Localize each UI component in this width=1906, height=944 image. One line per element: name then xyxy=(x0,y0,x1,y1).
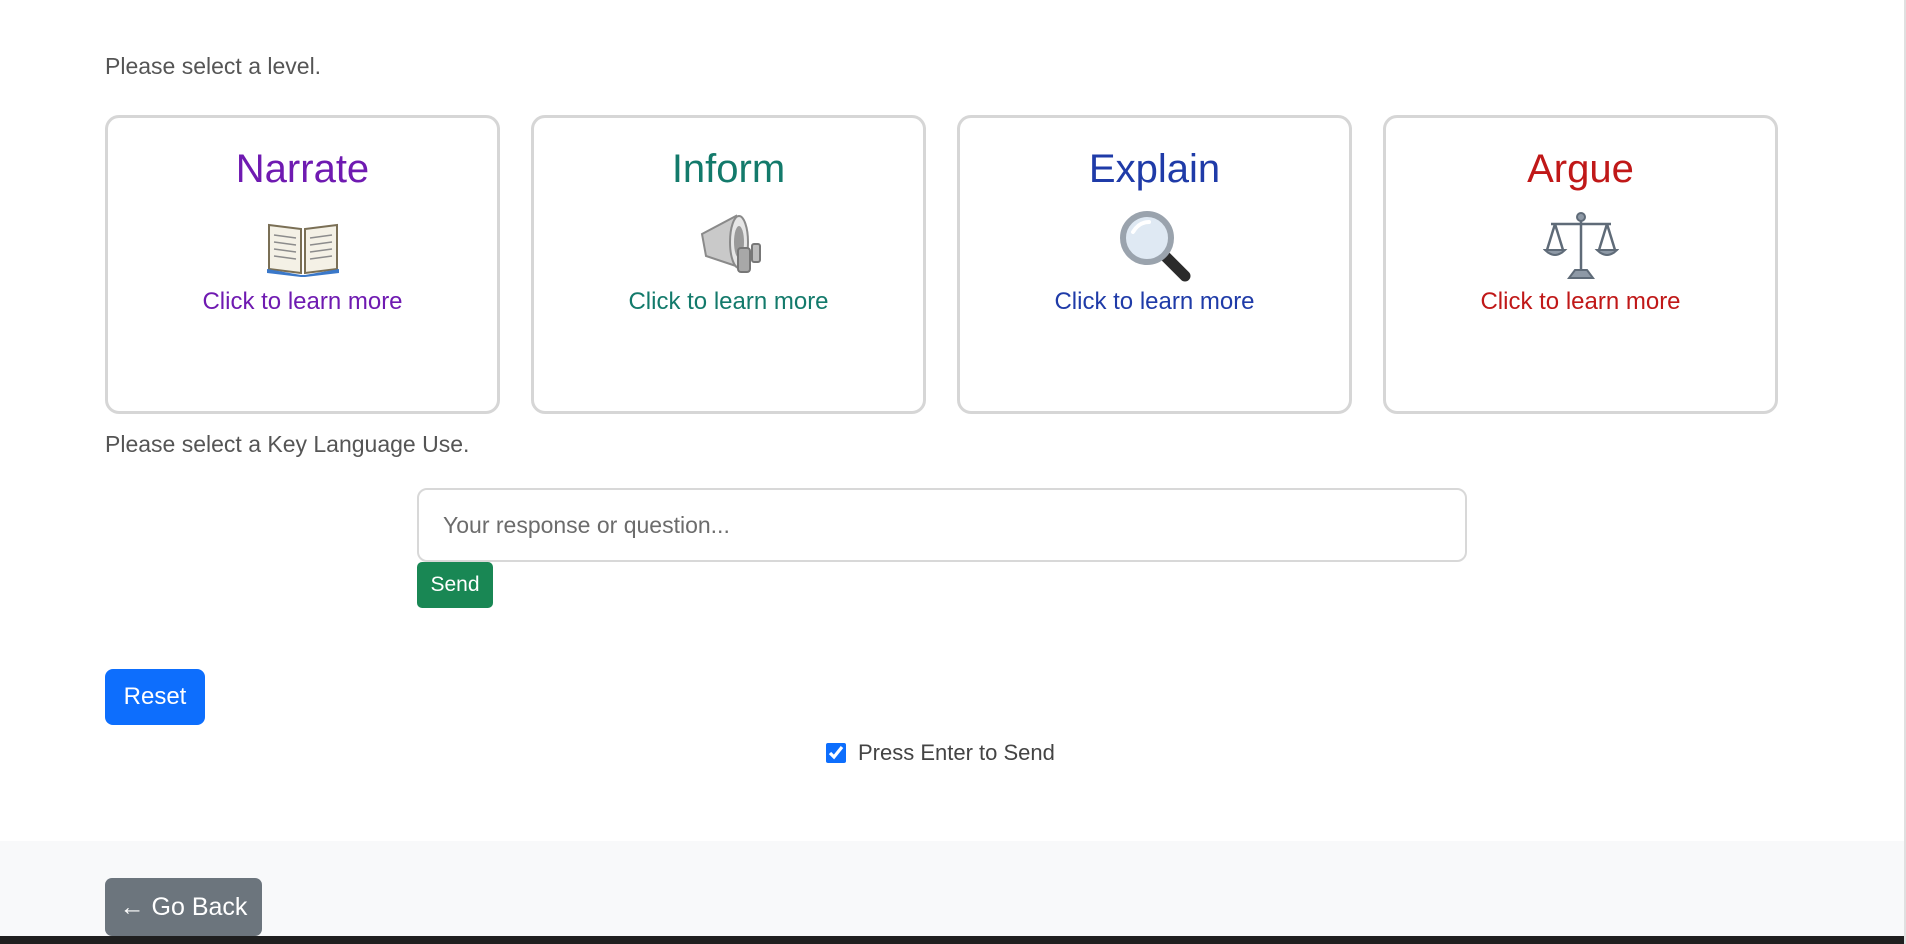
page: Please select a level. Narrate Click to … xyxy=(0,0,1906,944)
megaphone-icon xyxy=(689,209,769,283)
learn-more-link[interactable]: Click to learn more xyxy=(202,287,402,317)
enter-to-send-label: Press Enter to Send xyxy=(858,740,1055,765)
balance-scale-icon xyxy=(1541,209,1621,283)
card-explain[interactable]: Explain Click to learn more xyxy=(957,115,1352,414)
send-button[interactable]: Send xyxy=(417,562,493,608)
card-title: Explain xyxy=(1088,147,1221,191)
window-bottom-bar xyxy=(0,936,1906,944)
card-title: Argue xyxy=(1527,147,1634,191)
level-cards: Narrate Click to learn more Inform Click… xyxy=(105,115,1778,414)
magnifying-glass-icon xyxy=(1115,209,1195,283)
learn-more-link[interactable]: Click to learn more xyxy=(628,287,828,317)
footer xyxy=(0,841,1906,937)
level-prompt: Please select a level. xyxy=(105,53,322,79)
card-inform[interactable]: Inform Click to learn more xyxy=(531,115,926,414)
card-argue[interactable]: Argue Click to learn more xyxy=(1383,115,1778,414)
reset-button[interactable]: Reset xyxy=(105,669,205,725)
learn-more-link[interactable]: Click to learn more xyxy=(1054,287,1254,317)
open-book-icon xyxy=(263,209,343,283)
card-narrate[interactable]: Narrate Click to learn more xyxy=(105,115,500,414)
card-title: Inform xyxy=(671,147,786,191)
key-language-use-prompt: Please select a Key Language Use. xyxy=(105,431,470,457)
enter-to-send-toggle[interactable]: Press Enter to Send xyxy=(826,740,1055,766)
enter-to-send-checkbox[interactable] xyxy=(826,743,846,763)
response-input[interactable] xyxy=(417,488,1467,562)
card-title: Narrate xyxy=(235,147,370,191)
go-back-button[interactable]: ← Go Back xyxy=(105,878,262,936)
learn-more-link[interactable]: Click to learn more xyxy=(1480,287,1680,317)
